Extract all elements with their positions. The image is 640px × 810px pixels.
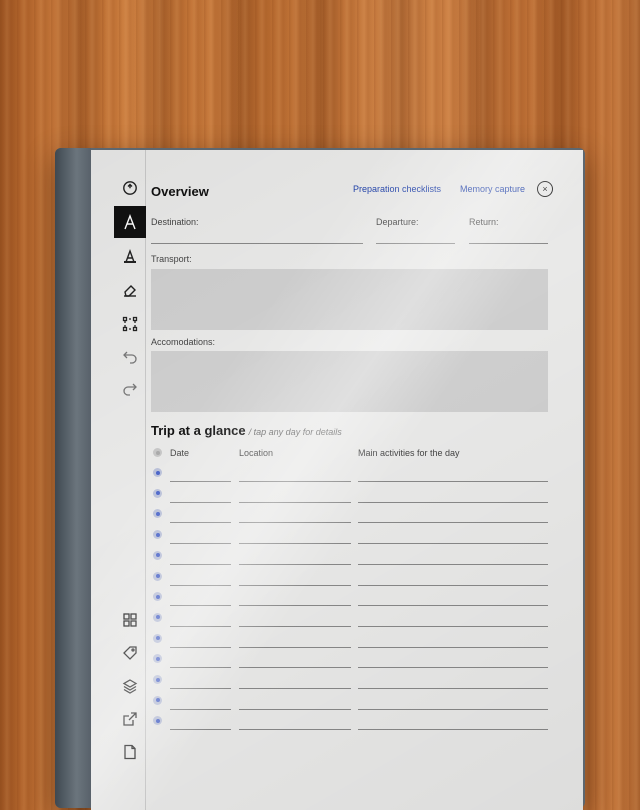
day-dot[interactable]: [153, 530, 162, 540]
trip-section-title: Trip at a glance / tap any day for detail…: [151, 423, 342, 438]
accommodations-field[interactable]: [151, 351, 548, 412]
destination-label: Destination:: [151, 217, 199, 227]
trip-title: Trip at a glance: [151, 423, 246, 438]
day-dot[interactable]: [153, 716, 162, 726]
trip-day-row[interactable]: [151, 524, 551, 545]
highlighter-icon[interactable]: [114, 240, 146, 272]
day-dot[interactable]: [153, 695, 162, 705]
departure-field[interactable]: [376, 243, 455, 244]
writing-tool-icon[interactable]: [114, 206, 146, 238]
tablet-screen: Overview Preparation checklists Memory c…: [91, 150, 583, 810]
close-icon[interactable]: ×: [537, 181, 553, 197]
memory-capture-link[interactable]: Memory capture: [460, 184, 525, 194]
return-label: Return:: [469, 217, 499, 227]
trip-day-row[interactable]: [151, 545, 551, 566]
trip-day-row[interactable]: [151, 710, 551, 731]
tablet-bezel: [55, 148, 91, 808]
header-dot: [153, 448, 162, 457]
trip-day-row[interactable]: [151, 483, 551, 504]
location-line[interactable]: [239, 729, 351, 731]
trip-hint: / tap any day for details: [248, 427, 342, 437]
page-title: Overview: [151, 184, 209, 199]
day-dot[interactable]: [153, 468, 162, 477]
trip-day-row[interactable]: [151, 503, 551, 524]
trip-day-row[interactable]: [151, 628, 551, 649]
selection-icon[interactable]: [114, 308, 146, 340]
toolbar: [91, 150, 146, 810]
overview-page: Overview Preparation checklists Memory c…: [151, 150, 583, 810]
day-dot[interactable]: [153, 654, 162, 664]
layers-icon[interactable]: [114, 670, 146, 702]
trip-day-row[interactable]: [151, 462, 551, 483]
day-dot[interactable]: [153, 592, 162, 602]
trip-day-row[interactable]: [151, 566, 551, 587]
destination-field[interactable]: [151, 243, 363, 244]
accommodations-label: Accomodations:: [151, 337, 216, 347]
document-icon[interactable]: [114, 736, 146, 768]
pages-grid-icon[interactable]: [114, 604, 146, 636]
day-dot[interactable]: [153, 550, 162, 560]
day-dot[interactable]: [153, 571, 162, 581]
trip-day-row[interactable]: [151, 669, 551, 690]
redo-icon[interactable]: [114, 372, 146, 404]
trip-day-row[interactable]: [151, 607, 551, 628]
transport-field[interactable]: [151, 269, 548, 330]
day-dot[interactable]: [153, 488, 162, 498]
day-dot[interactable]: [153, 509, 162, 519]
date-line[interactable]: [170, 729, 231, 731]
transport-label: Transport:: [151, 254, 192, 264]
share-icon[interactable]: [114, 703, 146, 735]
return-field[interactable]: [469, 243, 548, 244]
trip-day-row[interactable]: [151, 690, 551, 711]
departure-label: Departure:: [376, 217, 419, 227]
trip-day-row[interactable]: [151, 586, 551, 607]
eraser-icon[interactable]: [114, 274, 146, 306]
undo-icon[interactable]: [114, 340, 146, 372]
activities-line[interactable]: [358, 729, 548, 731]
tag-icon[interactable]: [114, 637, 146, 669]
day-dot[interactable]: [153, 612, 162, 622]
column-header-activities: Main activities for the day: [358, 448, 460, 458]
column-header-date: Date: [170, 448, 190, 458]
day-dot[interactable]: [153, 675, 162, 684]
column-header-location: Location: [239, 448, 274, 458]
preparation-checklists-link[interactable]: Preparation checklists: [353, 184, 441, 194]
trip-day-row[interactable]: [151, 648, 551, 669]
menu-icon[interactable]: [114, 172, 146, 204]
day-dot[interactable]: [153, 633, 162, 643]
